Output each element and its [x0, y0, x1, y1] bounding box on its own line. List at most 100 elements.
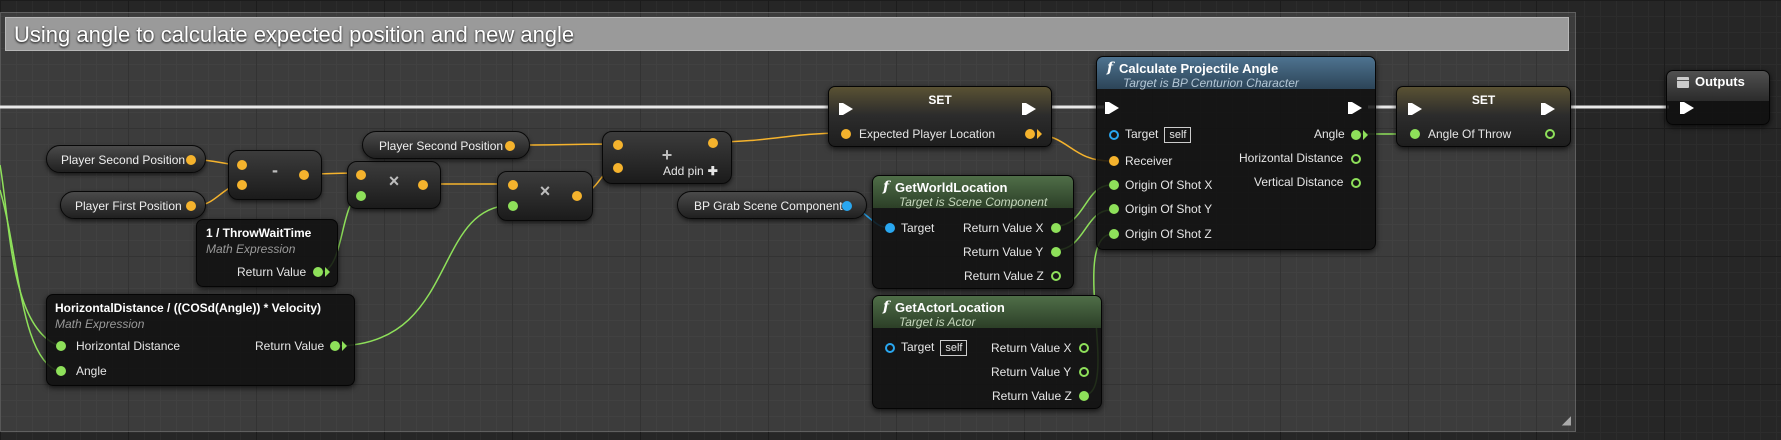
node-subtitle: Target is BP Centurion Character: [1123, 76, 1299, 90]
node-title: 1 / ThrowWaitTime: [206, 226, 312, 240]
exec-out-pin[interactable]: [1541, 103, 1555, 115]
var-player-first-position[interactable]: Player First Position: [60, 191, 206, 219]
origin-y-pin[interactable]: [1109, 204, 1119, 214]
float-out-pin-x[interactable]: [1051, 223, 1061, 233]
return-x-label: Return Value X: [991, 341, 1072, 355]
node-title: Outputs: [1695, 74, 1745, 89]
vector-out-pin[interactable]: [1025, 129, 1035, 139]
vector-out-pin[interactable]: [186, 155, 196, 165]
vector-out-pin[interactable]: [708, 138, 718, 148]
node-title: SET: [928, 93, 952, 107]
vector-out-pin[interactable]: [418, 180, 428, 190]
vector-in-pin-b[interactable]: [237, 180, 247, 190]
vector-in-pin[interactable]: [841, 129, 851, 139]
get-world-location-node[interactable]: f GetWorldLocation Target is Scene Compon…: [872, 175, 1074, 289]
var-bp-grab-scene-component[interactable]: BP Grab Scene Component: [677, 191, 867, 219]
set-angle-of-throw-node[interactable]: SET Angle Of Throw: [1396, 86, 1571, 147]
vertical-distance-out-pin[interactable]: [1351, 178, 1361, 188]
origin-z-pin[interactable]: [1109, 229, 1119, 239]
target-text: Target: [901, 340, 935, 354]
float-out-pin-x[interactable]: [1079, 343, 1089, 353]
float-in-pin[interactable]: [1410, 129, 1420, 139]
vertical-distance-label: Vertical Distance: [1254, 175, 1344, 189]
subtract-node[interactable]: -: [228, 150, 322, 200]
var-player-second-position[interactable]: Player Second Position: [46, 145, 206, 173]
var-label: Player First Position: [75, 199, 182, 213]
multiply-node-a[interactable]: ×: [347, 161, 441, 209]
vector-out-pin[interactable]: [572, 191, 582, 201]
node-header: Outputs: [1667, 71, 1769, 101]
float-in-pin[interactable]: [356, 191, 366, 201]
return-y-label: Return Value Y: [991, 365, 1072, 379]
pin-arrow: [1037, 129, 1042, 139]
add-node[interactable]: + Add pin ✚: [602, 131, 732, 184]
target-label: Target self: [901, 340, 968, 356]
float-out-pin[interactable]: [1545, 129, 1555, 139]
var-player-second-position-b[interactable]: Player Second Position: [362, 131, 530, 159]
wire-horiz-to-mul: [334, 204, 514, 347]
target-pin[interactable]: [885, 223, 895, 233]
variable-label: Angle Of Throw: [1428, 127, 1512, 141]
vector-out-pin[interactable]: [299, 170, 309, 180]
target-pin[interactable]: [885, 343, 895, 353]
object-out-pin[interactable]: [842, 201, 852, 211]
target-label: Target: [901, 221, 935, 235]
angle-out-pin[interactable]: [1351, 130, 1361, 140]
plus-icon: ✚: [707, 164, 718, 178]
return-y-label: Return Value Y: [963, 245, 1044, 259]
input-label: Angle: [76, 364, 107, 378]
vector-out-pin[interactable]: [505, 141, 515, 151]
receiver-label: Receiver: [1125, 154, 1173, 168]
origin-z-label: Origin Of Shot Z: [1125, 227, 1212, 241]
float-in-pin[interactable]: [56, 366, 66, 376]
input-label: Horizontal Distance: [76, 339, 181, 353]
set-expected-location-node[interactable]: SET Expected Player Location: [828, 86, 1052, 147]
function-icon: f: [883, 179, 890, 195]
return-z-label: Return Value Z: [964, 269, 1044, 283]
return-value-label: Return Value: [255, 339, 325, 353]
exec-out-pin[interactable]: [1348, 102, 1362, 114]
float-out-pin-z[interactable]: [1079, 391, 1089, 401]
return-value-label: Return Value: [237, 265, 307, 279]
receiver-pin[interactable]: [1109, 156, 1119, 166]
pin-arrow: [342, 341, 347, 351]
vector-out-pin[interactable]: [186, 201, 196, 211]
function-icon: f: [1107, 60, 1114, 76]
float-in-pin[interactable]: [56, 341, 66, 351]
multiply-node-b[interactable]: ×: [497, 171, 593, 221]
origin-y-label: Origin Of Shot Y: [1125, 202, 1213, 216]
target-label: Target self: [1125, 127, 1192, 143]
calculate-projectile-angle-node[interactable]: f Calculate Projectile Angle Target is BP…: [1096, 56, 1376, 250]
var-label: Player Second Position: [61, 153, 186, 167]
horizontal-distance-label: Horizontal Distance: [1239, 151, 1344, 165]
add-pin-label: Add pin: [663, 164, 704, 178]
math-throw-wait-node[interactable]: 1 / ThrowWaitTime Math Expression Return…: [196, 219, 338, 287]
float-out-pin-z[interactable]: [1051, 271, 1061, 281]
exec-out-pin[interactable]: [1022, 103, 1036, 115]
pin-arrow: [325, 267, 330, 277]
origin-x-pin[interactable]: [1109, 180, 1119, 190]
angle-label: Angle: [1314, 127, 1345, 141]
math-horizontal-node[interactable]: HorizontalDistance / ((COSd(Angle)) * Ve…: [46, 294, 355, 386]
add-pin-button[interactable]: Add pin ✚: [663, 164, 718, 178]
add-symbol: +: [661, 145, 673, 165]
target-pin[interactable]: [1109, 130, 1119, 140]
exec-in-pin[interactable]: [839, 103, 853, 115]
float-out-pin[interactable]: [330, 341, 340, 351]
variable-label: Expected Player Location: [859, 127, 996, 141]
float-out-pin-y[interactable]: [1079, 367, 1089, 377]
float-out-pin[interactable]: [313, 267, 323, 277]
float-out-pin-y[interactable]: [1051, 247, 1061, 257]
get-actor-location-node[interactable]: f GetActorLocation Target is Actor Target…: [872, 295, 1102, 409]
var-label: BP Grab Scene Component: [694, 199, 843, 213]
return-x-label: Return Value X: [963, 221, 1044, 235]
outputs-node[interactable]: Outputs: [1666, 70, 1770, 125]
exec-in-pin[interactable]: [1680, 102, 1694, 114]
node-title: GetWorldLocation: [895, 179, 1008, 195]
exec-in-pin[interactable]: [1408, 103, 1422, 115]
float-in-pin[interactable]: [508, 201, 518, 211]
node-title: GetActorLocation: [895, 299, 1005, 315]
horizontal-distance-out-pin[interactable]: [1351, 154, 1361, 164]
outputs-icon: [1677, 77, 1689, 88]
exec-in-pin[interactable]: [1105, 102, 1119, 114]
